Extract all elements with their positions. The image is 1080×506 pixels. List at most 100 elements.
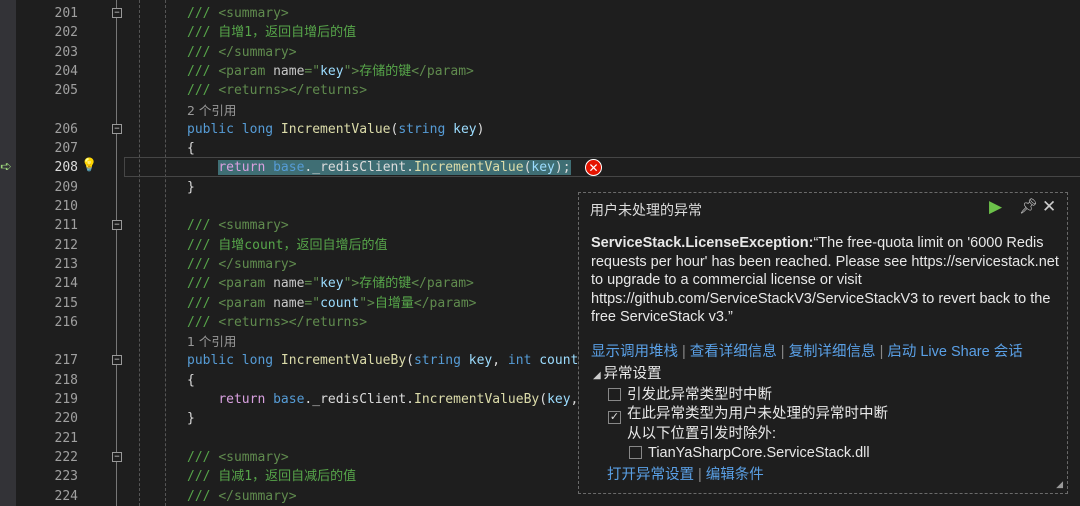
code-text[interactable]: /// <summary>	[187, 4, 289, 23]
code-token: </summary>	[218, 256, 297, 272]
code-token: ///	[187, 83, 219, 99]
code-text[interactable]: public long IncrementValue(string key)	[187, 120, 484, 139]
bottom-links: 打开异常设置 | 编辑条件	[607, 466, 764, 483]
code-token: key	[320, 63, 344, 79]
checkbox-unchecked[interactable]	[629, 446, 642, 459]
code-text[interactable]: }	[187, 409, 195, 428]
settings-header: 异常设置	[603, 366, 662, 382]
code-text[interactable]: {	[187, 371, 195, 390]
edit-conditions-link[interactable]: 编辑条件	[706, 467, 764, 483]
collapse-icon[interactable]: −	[112, 451, 122, 462]
code-token: }	[187, 411, 195, 427]
resize-grip-icon[interactable]: ◢	[1056, 479, 1063, 490]
code-token: <param	[218, 63, 274, 79]
error-icon[interactable]: ✕	[585, 159, 602, 176]
code-text[interactable]: /// 自增count，返回自增后的值	[187, 236, 387, 255]
code-token: 存储的键	[359, 276, 412, 292]
open-exception-settings-link[interactable]: 打开异常设置	[607, 467, 694, 483]
view-details-link[interactable]: 查看详细信息	[690, 344, 777, 360]
code-text[interactable]: /// </summary>	[187, 487, 297, 506]
code-token: string	[398, 121, 454, 137]
code-line: 201 − /// <summary>	[0, 4, 1080, 23]
line-number: 213	[54, 256, 78, 272]
code-line: 207 {	[0, 139, 1080, 158]
code-token: <summary>	[218, 218, 289, 234]
break-when-unhandled-checkbox[interactable]: ✓ 在此异常类型为用户未处理的异常时中断	[593, 405, 888, 425]
code-token: </summary>	[218, 44, 297, 60]
code-text[interactable]: /// <returns></returns>	[187, 81, 367, 100]
code-token: public long	[187, 353, 281, 369]
module-checkbox[interactable]: TianYaSharpCore.ServiceStack.dll	[593, 444, 888, 464]
code-text[interactable]: /// 自增1，返回自增后的值	[187, 23, 356, 42]
checkbox-checked[interactable]: ✓	[608, 411, 621, 424]
copy-details-link[interactable]: 复制详细信息	[789, 344, 876, 360]
code-line: 203 /// </summary>	[0, 43, 1080, 62]
continue-play-icon[interactable]: ▶	[989, 197, 1002, 217]
code-text[interactable]: return base._redisClient.IncrementValueB…	[187, 390, 641, 409]
code-token: key	[453, 121, 477, 137]
line-number: 223	[54, 469, 78, 485]
show-call-stack-link[interactable]: 显示调用堆栈	[591, 344, 678, 360]
code-text[interactable]: /// <param name="key">存储的键</param>	[187, 274, 474, 293]
line-number: 219	[54, 392, 78, 407]
code-text[interactable]: /// <param name="key">存储的键</param>	[187, 62, 474, 81]
code-token: public long	[187, 121, 281, 137]
pin-icon[interactable]: 📌︎	[1019, 197, 1038, 215]
collapse-icon[interactable]: −	[112, 123, 122, 134]
code-text[interactable]: /// </summary>	[187, 43, 297, 62]
line-number: 214	[54, 276, 78, 292]
code-text[interactable]: /// <summary>	[187, 216, 289, 235]
code-token: /// 自增1，返回自增后的值	[187, 25, 357, 41]
code-text[interactable]: return base._redisClient.IncrementValue(…	[187, 158, 571, 177]
line-number: 221	[54, 430, 78, 446]
collapse-icon[interactable]: −	[112, 8, 122, 18]
code-text[interactable]: {	[187, 139, 195, 158]
line-number: 201	[54, 6, 78, 21]
code-token: string	[413, 353, 469, 369]
break-when-thrown-checkbox[interactable]: 引发此异常类型时中断	[593, 386, 888, 406]
code-text[interactable]: /// 自减1，返回自减后的值	[187, 467, 356, 486]
checkbox-unchecked[interactable]	[608, 387, 621, 401]
checkbox-label: 引发此异常类型时中断	[627, 386, 772, 403]
code-token: ="	[304, 295, 321, 311]
exception-message: ServiceStack.LicenseException:“The free-…	[591, 234, 1061, 327]
line-number: 224	[54, 488, 78, 504]
code-token: name	[273, 276, 305, 292]
code-token: base	[273, 392, 305, 407]
references-codelens[interactable]: 1 个引用	[187, 332, 236, 351]
code-text[interactable]: /// <summary>	[187, 448, 289, 467]
code-text[interactable]: /// <returns></returns>	[187, 313, 367, 332]
code-line: 206 − public long IncrementValue(string ke…	[0, 120, 1080, 139]
collapse-icon[interactable]: −	[112, 355, 122, 366]
line-number: 220	[54, 411, 78, 427]
references-codelens[interactable]: 2 个引用	[187, 101, 236, 120]
live-share-link[interactable]: 启动 Live Share 会话	[887, 344, 1022, 360]
code-token: <returns></returns>	[218, 314, 368, 330]
code-text[interactable]: /// <param name="count">自增量</param>	[187, 294, 477, 313]
code-token: <summary>	[218, 6, 289, 21]
code-text[interactable]: }	[187, 178, 195, 197]
code-token: ///	[187, 314, 219, 330]
code-token: count	[539, 353, 579, 369]
code-text[interactable]: public long IncrementValueBy(string key,…	[187, 351, 586, 370]
code-token: }	[187, 179, 195, 195]
line-number: 218	[54, 372, 78, 388]
except-label: 从以下位置引发时除外:	[627, 425, 777, 442]
code-token: 存储的键	[359, 63, 412, 79]
code-text[interactable]: /// </summary>	[187, 255, 297, 274]
code-line: 202 /// 自增1，返回自增后的值	[0, 23, 1080, 42]
line-number: 207	[54, 141, 78, 157]
exception-settings-toggle[interactable]: ◢ 异常设置	[593, 365, 888, 386]
code-token: IncrementValue	[280, 121, 391, 137]
lightbulb-icon[interactable]: 💡	[81, 158, 97, 173]
collapse-icon[interactable]: −	[112, 220, 122, 231]
code-line: 208 return base._redisClient.IncrementVa…	[0, 158, 1080, 177]
code-line: 205 /// <returns></returns>	[0, 81, 1080, 100]
line-number: 211	[54, 218, 78, 234]
code-token: ///	[187, 218, 219, 234]
codelens-row: 2 个引用	[0, 101, 1080, 120]
exception-settings: ◢ 异常设置 引发此异常类型时中断 ✓ 在此异常类型为用户未处理的异常时中断 从以…	[593, 365, 888, 485]
close-icon[interactable]: ✕	[1042, 197, 1056, 217]
code-token: IncrementValue	[414, 160, 524, 176]
code-token: return	[218, 160, 274, 176]
